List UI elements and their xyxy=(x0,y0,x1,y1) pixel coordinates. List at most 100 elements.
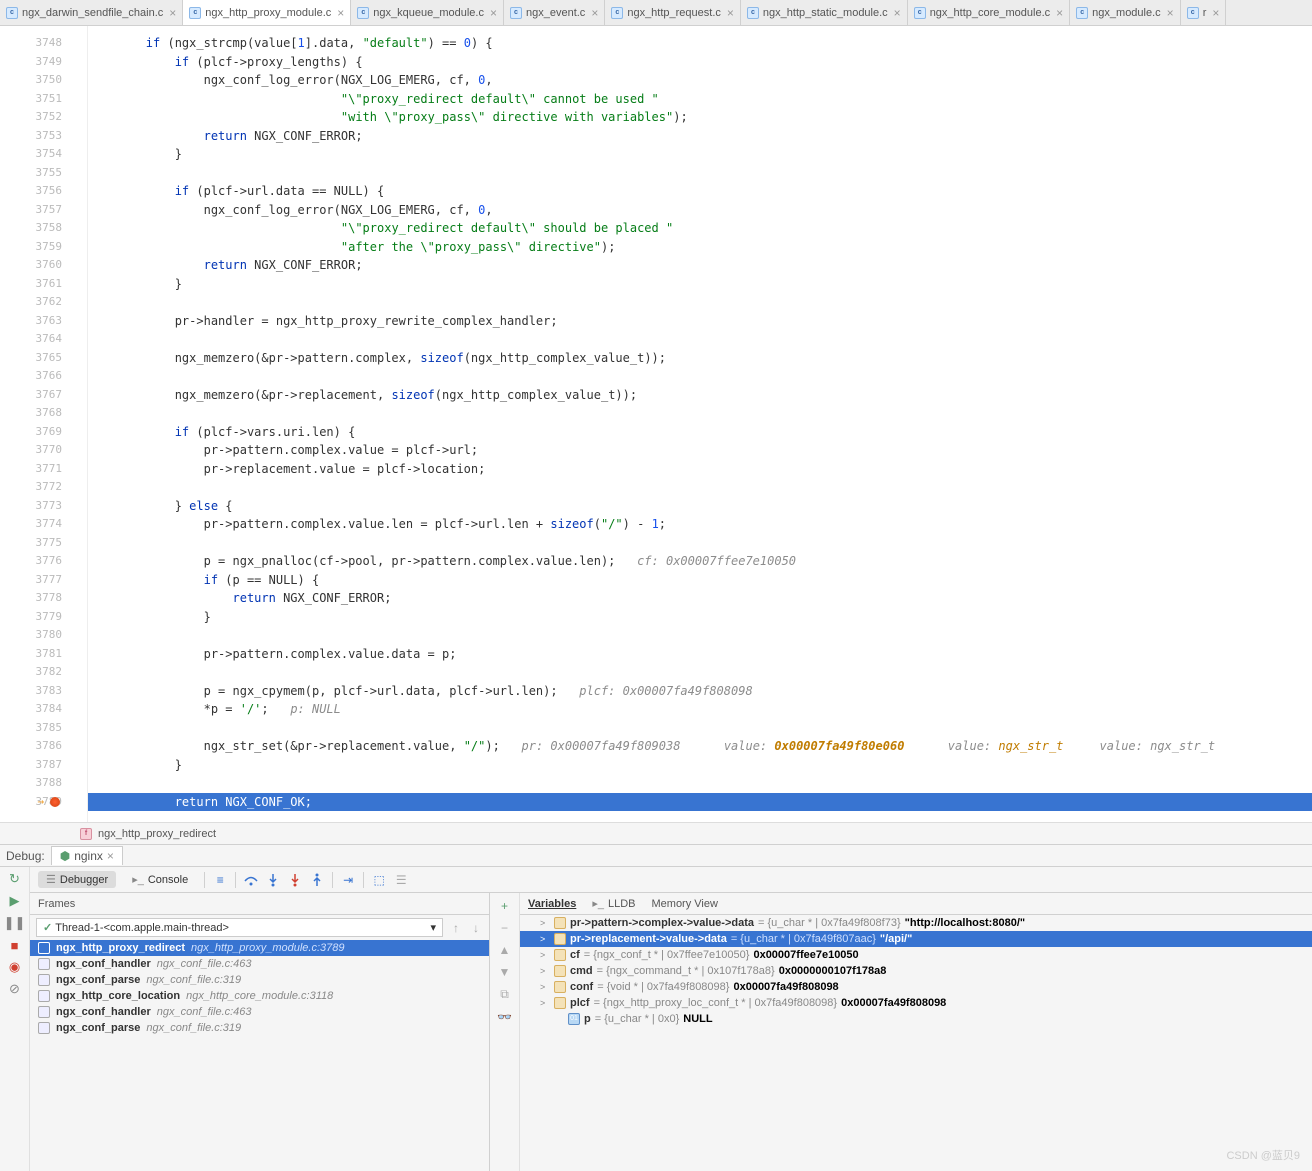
editor-tab[interactable]: cngx_event.c× xyxy=(504,0,605,25)
code-line[interactable]: if (ngx_strcmp(value[1].data, "default")… xyxy=(88,34,1312,53)
lldb-tab[interactable]: ▸_LLDB xyxy=(592,897,635,910)
code-line[interactable]: if (p == NULL) { xyxy=(88,571,1312,590)
code-line[interactable] xyxy=(88,478,1312,497)
frame-item[interactable]: ngx_conf_handler ngx_conf_file.c:463 xyxy=(30,1004,489,1020)
debug-session-tab[interactable]: ⬢ nginx × xyxy=(51,846,123,865)
chevron-right-icon[interactable]: > xyxy=(540,998,550,1008)
step-out-icon[interactable] xyxy=(310,873,324,887)
close-icon[interactable]: × xyxy=(490,6,497,20)
code-line[interactable] xyxy=(88,774,1312,793)
frame-item[interactable]: ngx_http_proxy_redirect ngx_http_proxy_m… xyxy=(30,940,489,956)
code-line[interactable]: } xyxy=(88,756,1312,775)
code-line[interactable]: ngx_str_set(&pr->replacement.value, "/")… xyxy=(88,737,1312,756)
code-line[interactable]: return NGX_CONF_ERROR; xyxy=(88,589,1312,608)
mute-breakpoints-icon[interactable]: ⊘ xyxy=(7,981,23,997)
step-into-icon[interactable] xyxy=(266,873,280,887)
editor-tab[interactable]: cngx_module.c× xyxy=(1070,0,1181,25)
variable-row[interactable]: >plcf = {ngx_http_proxy_loc_conf_t * | 0… xyxy=(520,995,1312,1011)
remove-watch-icon[interactable]: − xyxy=(501,921,508,935)
close-icon[interactable]: × xyxy=(894,6,901,20)
chevron-right-icon[interactable]: > xyxy=(540,934,550,944)
code-line[interactable]: p = ngx_cpymem(p, plcf->url.data, plcf->… xyxy=(88,682,1312,701)
close-icon[interactable]: × xyxy=(1167,6,1174,20)
view-breakpoints-icon[interactable]: ◉ xyxy=(7,959,23,975)
code-line[interactable]: return NGX_CONF_OK; xyxy=(88,793,1312,812)
code-line[interactable]: pr->pattern.complex.value.len = plcf->ur… xyxy=(88,515,1312,534)
variables-tab[interactable]: Variables xyxy=(528,898,576,910)
close-icon[interactable]: × xyxy=(1056,6,1063,20)
code-line[interactable]: if (plcf->proxy_lengths) { xyxy=(88,53,1312,72)
pause-icon[interactable]: ❚❚ xyxy=(7,915,23,931)
editor-tab[interactable]: cngx_darwin_sendfile_chain.c× xyxy=(0,0,183,25)
code-line[interactable]: "with \"proxy_pass\" directive with vari… xyxy=(88,108,1312,127)
force-step-into-icon[interactable] xyxy=(288,873,302,887)
code-line[interactable] xyxy=(88,293,1312,312)
code-line[interactable]: p = ngx_pnalloc(cf->pool, pr->pattern.co… xyxy=(88,552,1312,571)
step-over-icon[interactable] xyxy=(244,873,258,887)
up-icon[interactable]: ▲ xyxy=(499,943,511,957)
code-line[interactable] xyxy=(88,164,1312,183)
frame-item[interactable]: ngx_http_core_location ngx_http_core_mod… xyxy=(30,988,489,1004)
code-line[interactable]: pr->replacement.value = plcf->location; xyxy=(88,460,1312,479)
debugger-tab[interactable]: ☰Debugger xyxy=(38,871,116,888)
threads-icon[interactable]: ≡ xyxy=(213,873,227,887)
code-line[interactable] xyxy=(88,663,1312,682)
resume-icon[interactable]: ▶ xyxy=(7,893,23,909)
rerun-icon[interactable]: ↻ xyxy=(7,871,23,887)
variable-row[interactable]: >conf = {void * | 0x7fa49f808098} 0x0000… xyxy=(520,979,1312,995)
code-line[interactable]: ngx_conf_log_error(NGX_LOG_EMERG, cf, 0, xyxy=(88,71,1312,90)
memory-view-tab[interactable]: Memory View xyxy=(652,898,718,910)
code-line[interactable]: } xyxy=(88,608,1312,627)
close-icon[interactable]: × xyxy=(727,6,734,20)
variable-row[interactable]: >cf = {ngx_conf_t * | 0x7ffee7e10050} 0x… xyxy=(520,947,1312,963)
run-to-cursor-icon[interactable]: ⇥ xyxy=(341,873,355,887)
chevron-right-icon[interactable]: > xyxy=(540,966,550,976)
code-line[interactable] xyxy=(88,404,1312,423)
close-icon[interactable]: × xyxy=(169,6,176,20)
code-line[interactable]: pr->pattern.complex.value.data = p; xyxy=(88,645,1312,664)
frame-up-icon[interactable]: ↑ xyxy=(449,921,463,935)
console-tab[interactable]: ▸_Console xyxy=(124,871,196,888)
chevron-right-icon[interactable]: > xyxy=(540,950,550,960)
code-line[interactable]: "after the \"proxy_pass\" directive"); xyxy=(88,238,1312,257)
chevron-right-icon[interactable]: > xyxy=(540,918,550,928)
code-line[interactable]: pr->handler = ngx_http_proxy_rewrite_com… xyxy=(88,312,1312,331)
editor-tab[interactable]: cr× xyxy=(1181,0,1227,25)
code-line[interactable]: return NGX_CONF_ERROR; xyxy=(88,256,1312,275)
code-line[interactable]: ngx_conf_log_error(NGX_LOG_EMERG, cf, 0, xyxy=(88,201,1312,220)
code-line[interactable]: *p = '/'; p: NULL xyxy=(88,700,1312,719)
chevron-right-icon[interactable]: > xyxy=(540,982,550,992)
frame-item[interactable]: ngx_conf_parse ngx_conf_file.c:319 xyxy=(30,972,489,988)
code-line[interactable] xyxy=(88,367,1312,386)
add-watch-icon[interactable]: + xyxy=(501,899,508,913)
variable-row[interactable]: 01p = {u_char * | 0x0} NULL xyxy=(520,1011,1312,1027)
code-line[interactable]: "\"proxy_redirect default\" cannot be us… xyxy=(88,90,1312,109)
variable-row[interactable]: >pr->pattern->complex->value->data = {u_… xyxy=(520,915,1312,931)
stop-icon[interactable]: ■ xyxy=(7,937,23,953)
code-line[interactable] xyxy=(88,534,1312,553)
frame-down-icon[interactable]: ↓ xyxy=(469,921,483,935)
down-icon[interactable]: ▼ xyxy=(499,965,511,979)
editor-tab[interactable]: cngx_http_proxy_module.c× xyxy=(183,0,351,25)
editor-tab[interactable]: cngx_http_core_module.c× xyxy=(908,0,1070,25)
variable-row[interactable]: >pr->replacement->value->data = {u_char … xyxy=(520,931,1312,947)
code-line[interactable]: if (plcf->vars.uri.len) { xyxy=(88,423,1312,442)
code-line[interactable]: } xyxy=(88,275,1312,294)
code-line[interactable] xyxy=(88,719,1312,738)
breadcrumb[interactable]: f ngx_http_proxy_redirect xyxy=(0,822,1312,844)
evaluate-expression-icon[interactable]: ⬚ xyxy=(372,873,386,887)
close-icon[interactable]: × xyxy=(591,6,598,20)
code-line[interactable] xyxy=(88,330,1312,349)
code-line[interactable]: } else { xyxy=(88,497,1312,516)
frame-item[interactable]: ngx_conf_handler ngx_conf_file.c:463 xyxy=(30,956,489,972)
glasses-icon[interactable]: 👓 xyxy=(497,1010,512,1024)
editor-tab[interactable]: cngx_kqueue_module.c× xyxy=(351,0,504,25)
close-icon[interactable]: × xyxy=(337,6,344,20)
close-icon[interactable]: × xyxy=(107,849,114,863)
copy-icon[interactable]: ⧉ xyxy=(500,987,509,1002)
variable-row[interactable]: >cmd = {ngx_command_t * | 0x107f178a8} 0… xyxy=(520,963,1312,979)
code-line[interactable]: ngx_memzero(&pr->pattern.complex, sizeof… xyxy=(88,349,1312,368)
code-line[interactable]: if (plcf->url.data == NULL) { xyxy=(88,182,1312,201)
code-line[interactable] xyxy=(88,626,1312,645)
code-line[interactable]: } xyxy=(88,145,1312,164)
